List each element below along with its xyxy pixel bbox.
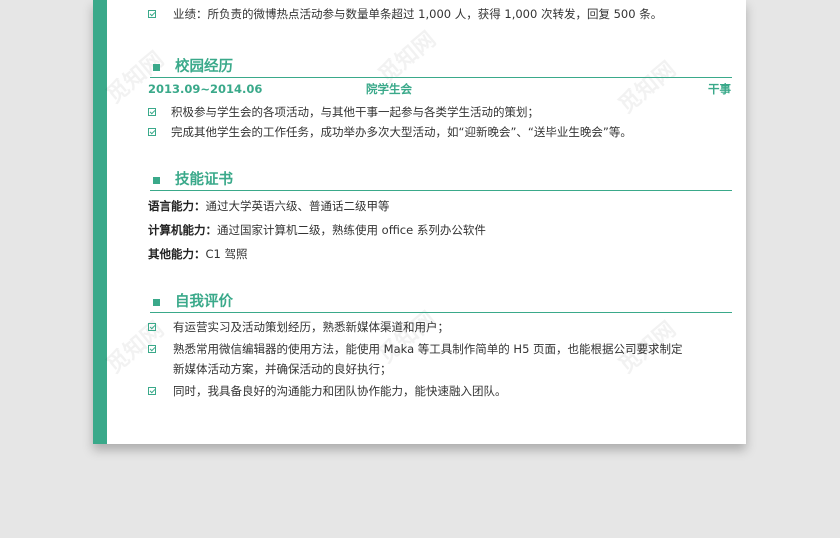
campus-item: 完成其他学生会的工作任务，成功举办多次大型活动，如“迎新晚会”、“送毕业生晚会”… (171, 125, 632, 139)
campus-org: 院学生会 (366, 82, 412, 96)
section-divider (150, 190, 732, 191)
watermark: 觅知网 (102, 317, 169, 379)
skill-value: 通过大学英语六级、普通话二级甲等 (205, 199, 390, 213)
checkbox-icon (148, 128, 156, 136)
checkbox-icon (148, 10, 156, 18)
section-marker-icon (153, 299, 160, 306)
skill-label: 计算机能力： (148, 223, 217, 237)
checkbox-icon (148, 108, 156, 116)
section-title-self-eval: 自我评价 (175, 294, 233, 310)
skill-row: 语言能力：通过大学英语六级、普通话二级甲等 (148, 198, 390, 214)
watermark: 觅知网 (374, 27, 441, 89)
section-title-skills: 技能证书 (175, 172, 233, 188)
self-eval-item: 有运营实习及活动策划经历，熟悉新媒体渠道和用户； (173, 320, 449, 334)
skill-label: 其他能力： (148, 247, 206, 261)
campus-item: 积极参与学生会的各项活动，与其他干事一起参与各类学生活动的策划； (171, 105, 539, 119)
section-divider (150, 77, 732, 78)
skill-row: 计算机能力：通过国家计算机二级，熟练使用 office 系列办公软件 (148, 222, 486, 238)
skill-label: 语言能力： (148, 199, 206, 213)
checkbox-icon (148, 323, 156, 331)
resume-sidebar-stripe (93, 0, 107, 444)
self-eval-item: 同时，我具备良好的沟通能力和团队协作能力，能快速融入团队。 (173, 384, 507, 398)
section-marker-icon (153, 64, 160, 71)
skill-value: 通过国家计算机二级，熟练使用 office 系列办公软件 (217, 223, 486, 237)
watermark: 觅知网 (102, 47, 169, 109)
achievement-item: 业绩：所负责的微博热点活动参与数量单条超过 1,000 人，获得 1,000 次… (173, 7, 663, 21)
self-eval-item: 熟悉常用微信编辑器的使用方法，能使用 Maka 等工具制作简单的 H5 页面，也… (173, 342, 683, 356)
skill-value: C1 驾照 (205, 247, 248, 261)
section-divider (150, 312, 732, 313)
resume-page: 觅知网 觅知网 觅知网 觅知网 觅知网 觅知网 业绩：所负责的微博热点活动参与数… (93, 0, 746, 444)
section-marker-icon (153, 177, 160, 184)
checkbox-icon (148, 387, 156, 395)
skill-row: 其他能力：C1 驾照 (148, 246, 248, 262)
section-title-campus: 校园经历 (175, 59, 233, 75)
watermark: 觅知网 (614, 57, 681, 119)
self-eval-item-continuation: 新媒体活动方案，并确保活动的良好执行； (173, 362, 392, 376)
checkbox-icon (148, 345, 156, 353)
campus-period: 2013.09~2014.06 (148, 82, 263, 96)
campus-role: 干事 (708, 82, 731, 96)
